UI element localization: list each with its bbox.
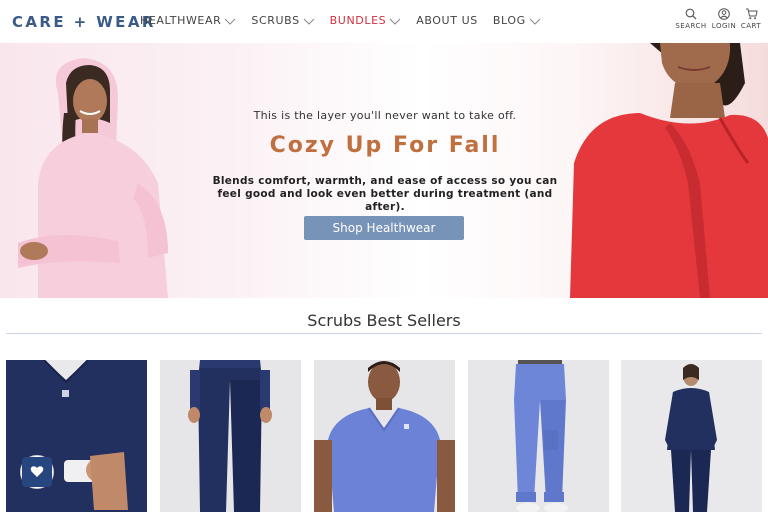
section-divider [6, 333, 762, 334]
section-title: Scrubs Best Sellers [307, 311, 461, 330]
product-card[interactable] [468, 360, 609, 512]
hero-copy: This is the layer you'll never want to t… [200, 43, 570, 298]
hero-model-red-top [570, 43, 768, 298]
wishlist-badge [22, 457, 52, 487]
shop-healthwear-button[interactable]: Shop Healthwear [304, 216, 464, 240]
search-label: SEARCH [675, 22, 707, 30]
cart-button[interactable]: CART [733, 8, 768, 30]
nav-bundles-label: BUNDLES [329, 14, 387, 27]
nav-about-us-label: ABOUT US [416, 14, 478, 27]
nav-healthwear-label: HEALTHWEAR [140, 14, 222, 27]
nav-scrubs[interactable]: SCRUBS [251, 14, 315, 27]
nav-blog[interactable]: BLOG [493, 14, 541, 27]
hero-description: Blends comfort, warmth, and ease of acce… [212, 175, 558, 213]
nav-scrubs-label: SCRUBS [251, 14, 300, 27]
nav-about-us[interactable]: ABOUT US [416, 14, 478, 27]
chevron-down-icon [303, 16, 315, 26]
product-card[interactable] [621, 360, 762, 512]
cart-label: CART [740, 22, 762, 30]
hero-title: Cozy Up For Fall [269, 133, 501, 158]
heart-icon [30, 463, 44, 482]
wishlist-button[interactable] [20, 455, 54, 489]
hero-banner: This is the layer you'll never want to t… [0, 43, 768, 298]
product-card[interactable] [314, 360, 455, 512]
nav-healthwear[interactable]: HEALTHWEAR [140, 14, 236, 27]
chevron-down-icon [224, 16, 236, 26]
hero-kicker: This is the layer you'll never want to t… [253, 109, 517, 122]
product-grid [6, 360, 762, 512]
chevron-down-icon [529, 16, 541, 26]
hero-model-pink-hoodie [18, 53, 188, 298]
cart-icon [745, 8, 758, 20]
search-icon [685, 8, 697, 20]
brand-logo[interactable]: CARE + WEAR [12, 13, 156, 31]
user-icon [718, 8, 730, 20]
nav-bundles[interactable]: BUNDLES [330, 14, 402, 27]
main-nav: HEALTHWEAR SCRUBS BUNDLES ABOUT US BLOG [140, 14, 556, 27]
chevron-down-icon [389, 16, 401, 26]
product-card[interactable] [6, 360, 147, 512]
site-header: CARE + WEAR HEALTHWEAR SCRUBS BUNDLES AB… [0, 0, 768, 43]
nav-blog-label: BLOG [492, 14, 526, 27]
search-button[interactable]: SEARCH [673, 8, 709, 30]
product-card[interactable] [160, 360, 301, 512]
